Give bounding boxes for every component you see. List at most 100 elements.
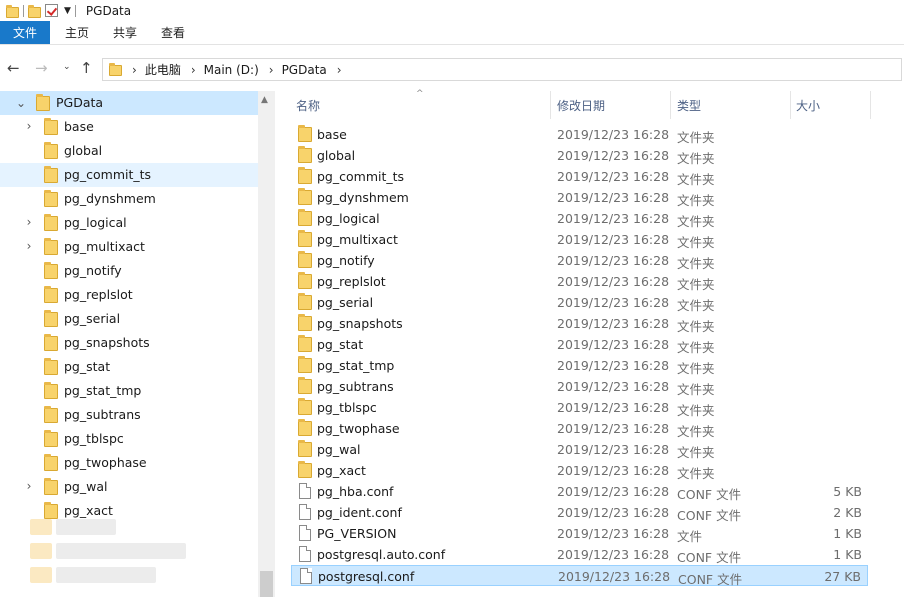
file-row[interactable]: pg_stat_tmp 2019/12/23 16:28 文件夹 — [291, 355, 868, 376]
file-row[interactable]: pg_replslot 2019/12/23 16:28 文件夹 — [291, 271, 868, 292]
tree-item[interactable]: pg_twophase — [0, 451, 258, 475]
chevron-right-icon[interactable]: › — [23, 215, 35, 229]
breadcrumb-this-pc[interactable]: 此电脑 — [145, 61, 181, 78]
tree-item[interactable]: global — [0, 139, 258, 163]
file-size: 2 KB — [833, 505, 862, 520]
file-date: 2019/12/23 16:28 — [557, 190, 670, 205]
chevron-right-icon[interactable]: › — [23, 119, 35, 133]
file-icon — [300, 568, 312, 584]
file-row[interactable]: postgresql.auto.conf 2019/12/23 16:28 CONF… — [291, 544, 868, 565]
up-arrow-icon[interactable]: ↑ — [80, 59, 93, 77]
file-name: pg_serial — [317, 295, 374, 310]
column-divider[interactable] — [790, 91, 791, 119]
chevron-right-icon[interactable]: › — [23, 479, 35, 493]
tree-item[interactable]: › pg_multixact — [0, 235, 258, 259]
recent-locations-chevron-icon[interactable]: ⌄ — [63, 62, 71, 72]
folder-icon — [298, 146, 312, 163]
file-row[interactable]: pg_tblspc 2019/12/23 16:28 文件夹 — [291, 397, 868, 418]
breadcrumb-pgdata[interactable]: PGData — [282, 63, 327, 77]
tree-item-pgdata[interactable]: ⌄ PGData — [0, 91, 258, 115]
tab-file[interactable]: 文件 — [0, 21, 50, 44]
file-row[interactable]: pg_notify 2019/12/23 16:28 文件夹 — [291, 250, 868, 271]
file-type: 文件夹 — [677, 277, 715, 292]
folder-icon — [44, 478, 58, 495]
folder-icon — [298, 125, 312, 142]
tree-item[interactable]: › base — [0, 115, 258, 139]
file-date: 2019/12/23 16:28 — [557, 421, 670, 436]
file-row[interactable]: pg_ident.conf 2019/12/23 16:28 CONF 文件 2 KB — [291, 502, 868, 523]
column-header-date[interactable]: 修改日期 — [557, 91, 605, 119]
file-date: 2019/12/23 16:28 — [557, 253, 670, 268]
customize-toolbar-arrow-icon[interactable]: ▼ — [64, 6, 71, 16]
tree-item[interactable]: › pg_logical — [0, 211, 258, 235]
file-row[interactable]: postgresql.conf 2019/12/23 16:28 CONF 文件 27… — [291, 565, 868, 587]
column-header-name[interactable]: 名称 — [296, 91, 320, 119]
file-row[interactable]: pg_serial 2019/12/23 16:28 文件夹 — [291, 292, 868, 313]
properties-check-icon[interactable] — [45, 4, 58, 17]
separator — [23, 4, 24, 17]
folder-icon — [44, 214, 58, 231]
tree-item[interactable]: pg_serial — [0, 307, 258, 331]
folder-icon — [44, 454, 58, 471]
file-date: 2019/12/23 16:28 — [557, 484, 670, 499]
tab-home[interactable]: 主页 — [50, 21, 101, 44]
tree-item[interactable]: pg_subtrans — [0, 403, 258, 427]
file-row[interactable]: pg_dynshmem 2019/12/23 16:28 文件夹 — [291, 187, 868, 208]
file-row[interactable]: global 2019/12/23 16:28 文件夹 — [291, 145, 868, 166]
new-folder-icon[interactable] — [28, 4, 41, 18]
back-arrow-icon[interactable]: ← — [7, 59, 20, 77]
tree-item-label: pg_twophase — [64, 455, 147, 470]
column-header-type[interactable]: 类型 — [677, 91, 701, 119]
chevron-right-icon[interactable]: › — [191, 63, 196, 77]
file-list-pane: ^ 名称 修改日期 类型 大小 base 2019/12/23 16:28 文件夹 g… — [275, 89, 904, 597]
folder-icon — [44, 262, 58, 279]
file-row[interactable]: pg_wal 2019/12/23 16:28 文件夹 — [291, 439, 868, 460]
tree-item[interactable]: pg_dynshmem — [0, 187, 258, 211]
chevron-right-icon[interactable]: › — [337, 63, 342, 77]
chevron-right-icon[interactable]: › — [23, 239, 35, 253]
column-divider[interactable] — [550, 91, 551, 119]
file-row[interactable]: PG_VERSION 2019/12/23 16:28 文件 1 KB — [291, 523, 868, 544]
file-icon — [299, 525, 311, 541]
file-type: 文件夹 — [677, 151, 715, 166]
chevron-right-icon[interactable]: › — [132, 63, 137, 77]
tree-item-label: pg_xact — [64, 503, 113, 518]
file-type: 文件 — [677, 529, 703, 544]
file-row[interactable]: pg_logical 2019/12/23 16:28 文件夹 — [291, 208, 868, 229]
chevron-right-icon[interactable]: › — [269, 63, 274, 77]
file-type: 文件夹 — [677, 382, 715, 397]
folder-icon — [298, 461, 312, 478]
tree-item[interactable]: pg_replslot — [0, 283, 258, 307]
file-row[interactable]: pg_commit_ts 2019/12/23 16:28 文件夹 — [291, 166, 868, 187]
tree-item-label: pg_serial — [64, 311, 121, 326]
tab-view[interactable]: 查看 — [149, 21, 197, 44]
tree-item[interactable]: pg_commit_ts — [0, 163, 258, 187]
tree-item[interactable]: pg_notify — [0, 259, 258, 283]
breadcrumb-drive[interactable]: Main (D:) — [204, 63, 259, 77]
address-bar[interactable]: › 此电脑 › Main (D:) › PGData › — [102, 58, 902, 81]
tree-item[interactable]: › pg_wal — [0, 475, 258, 499]
column-divider[interactable] — [870, 91, 871, 119]
folder-icon — [44, 382, 58, 399]
nav-pane-scrollbar[interactable]: ▲ — [258, 91, 275, 597]
file-row[interactable]: pg_multixact 2019/12/23 16:28 文件夹 — [291, 229, 868, 250]
file-row[interactable]: pg_stat 2019/12/23 16:28 文件夹 — [291, 334, 868, 355]
tree-item[interactable]: pg_tblspc — [0, 427, 258, 451]
file-row[interactable]: pg_subtrans 2019/12/23 16:28 文件夹 — [291, 376, 868, 397]
column-header-size[interactable]: 大小 — [796, 91, 820, 119]
tab-share[interactable]: 共享 — [101, 21, 149, 44]
file-name: pg_notify — [317, 253, 375, 268]
column-divider[interactable] — [670, 91, 671, 119]
file-row[interactable]: base 2019/12/23 16:28 文件夹 — [291, 124, 868, 145]
tree-item[interactable]: pg_snapshots — [0, 331, 258, 355]
file-row[interactable]: pg_twophase 2019/12/23 16:28 文件夹 — [291, 418, 868, 439]
tree-item[interactable]: pg_stat — [0, 355, 258, 379]
file-row[interactable]: pg_xact 2019/12/23 16:28 文件夹 — [291, 460, 868, 481]
scroll-up-arrow-icon[interactable]: ▲ — [261, 95, 268, 105]
file-row[interactable]: pg_hba.conf 2019/12/23 16:28 CONF 文件 5 KB — [291, 481, 868, 502]
forward-arrow-icon[interactable]: → — [35, 59, 48, 77]
chevron-down-icon[interactable]: ⌄ — [15, 96, 27, 110]
tree-item[interactable]: pg_stat_tmp — [0, 379, 258, 403]
scrollbar-thumb[interactable] — [260, 571, 273, 597]
file-row[interactable]: pg_snapshots 2019/12/23 16:28 文件夹 — [291, 313, 868, 334]
